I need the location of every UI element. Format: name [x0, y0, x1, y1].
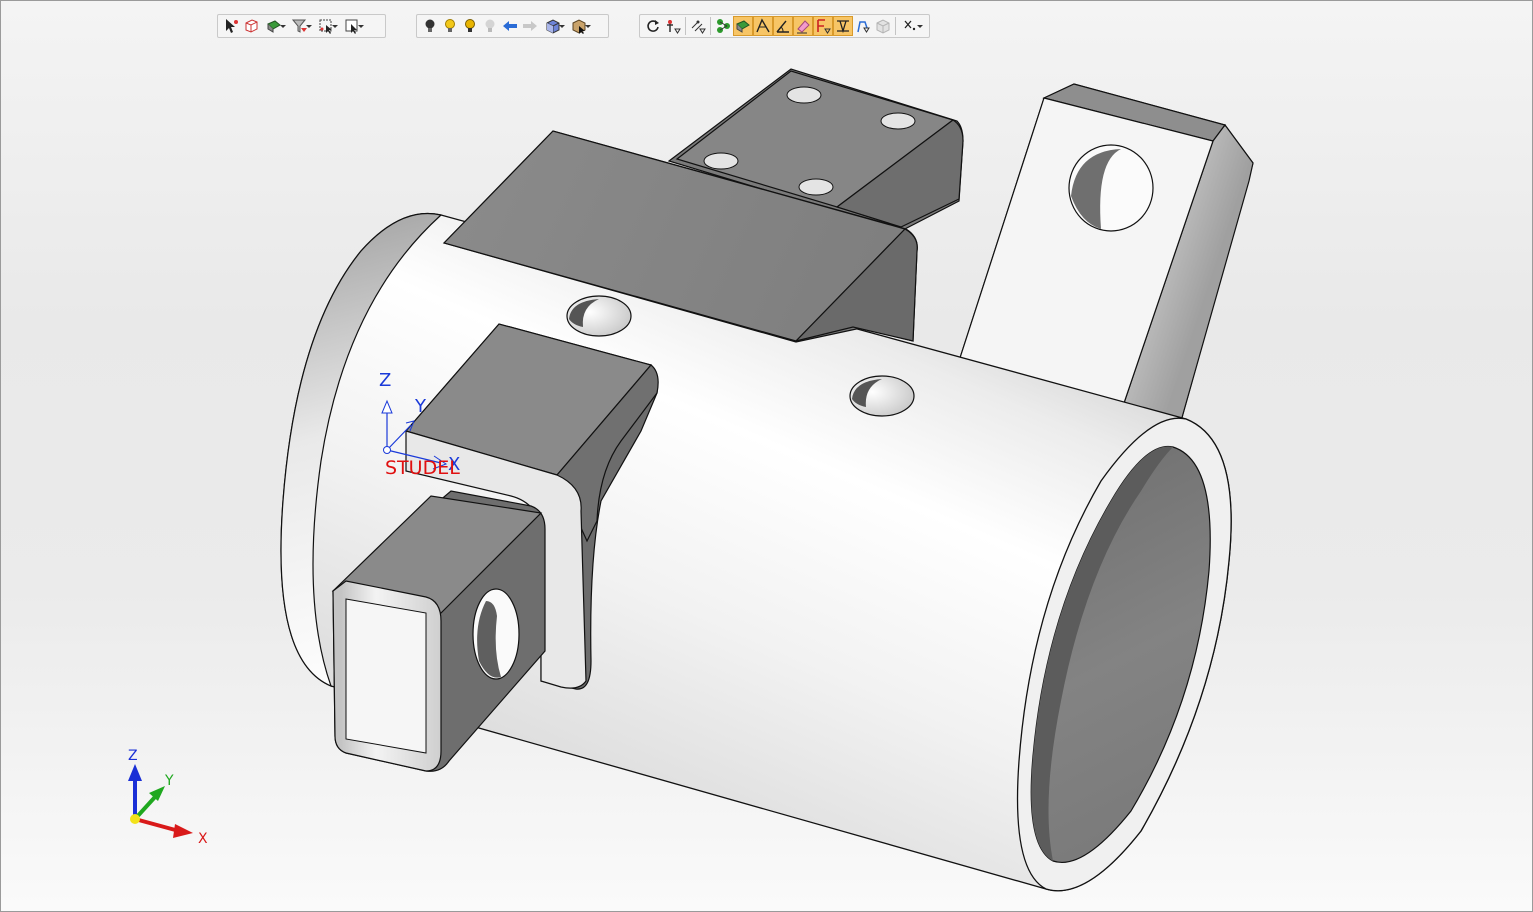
triad-y-label: Y [164, 773, 174, 789]
3d-viewport[interactable]: Z Y X STUDEL Z Y X [0, 0, 1533, 912]
ucs-y-label: Y [414, 396, 427, 417]
ucs-origin-label: STUDEL [385, 457, 460, 479]
triad-z-label: Z [128, 748, 138, 764]
cad-model[interactable]: Z Y X STUDEL Z Y X [1, 1, 1533, 912]
triad-x-label: X [198, 831, 208, 847]
world-axis-triad: Z Y X [128, 748, 208, 847]
ucs-z-label: Z [379, 370, 391, 391]
